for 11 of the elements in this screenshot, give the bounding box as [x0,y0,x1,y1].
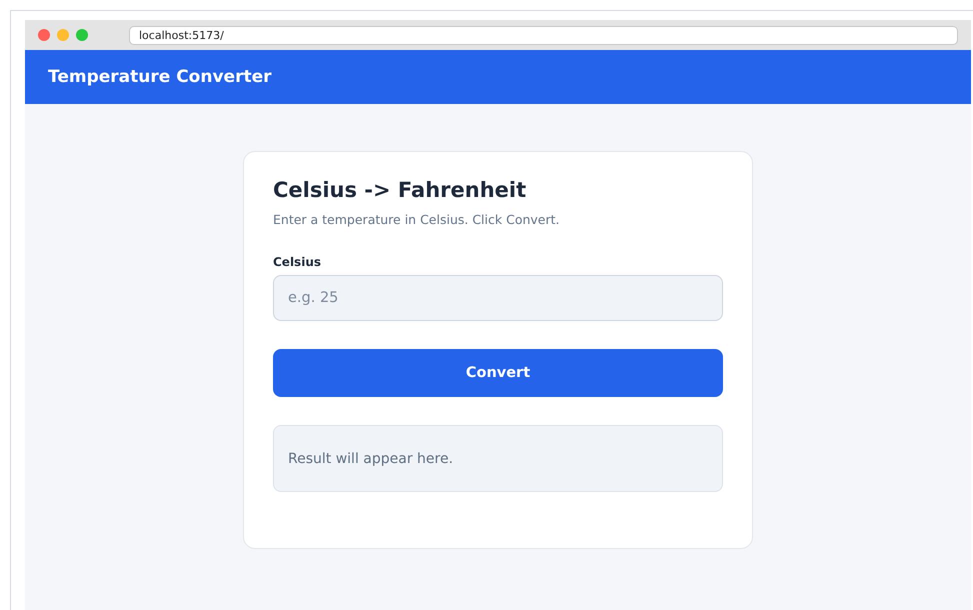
minimize-icon[interactable] [57,29,69,41]
input-field[interactable]: e.g. 25 [273,275,723,321]
address-bar[interactable]: localhost:5173/ [129,26,958,44]
maximize-icon[interactable] [76,29,88,41]
convert-button[interactable]: Convert [273,349,723,397]
field-label: Celsius [273,255,321,269]
card-title: Celsius -> Fahrenheit [273,178,526,202]
app-title: Temperature Converter [48,67,272,87]
card-subtitle: Enter a temperature in Celsius. Click Convert. [273,212,560,227]
result-text: Result will appear here. [288,450,454,466]
close-icon[interactable] [38,29,50,41]
